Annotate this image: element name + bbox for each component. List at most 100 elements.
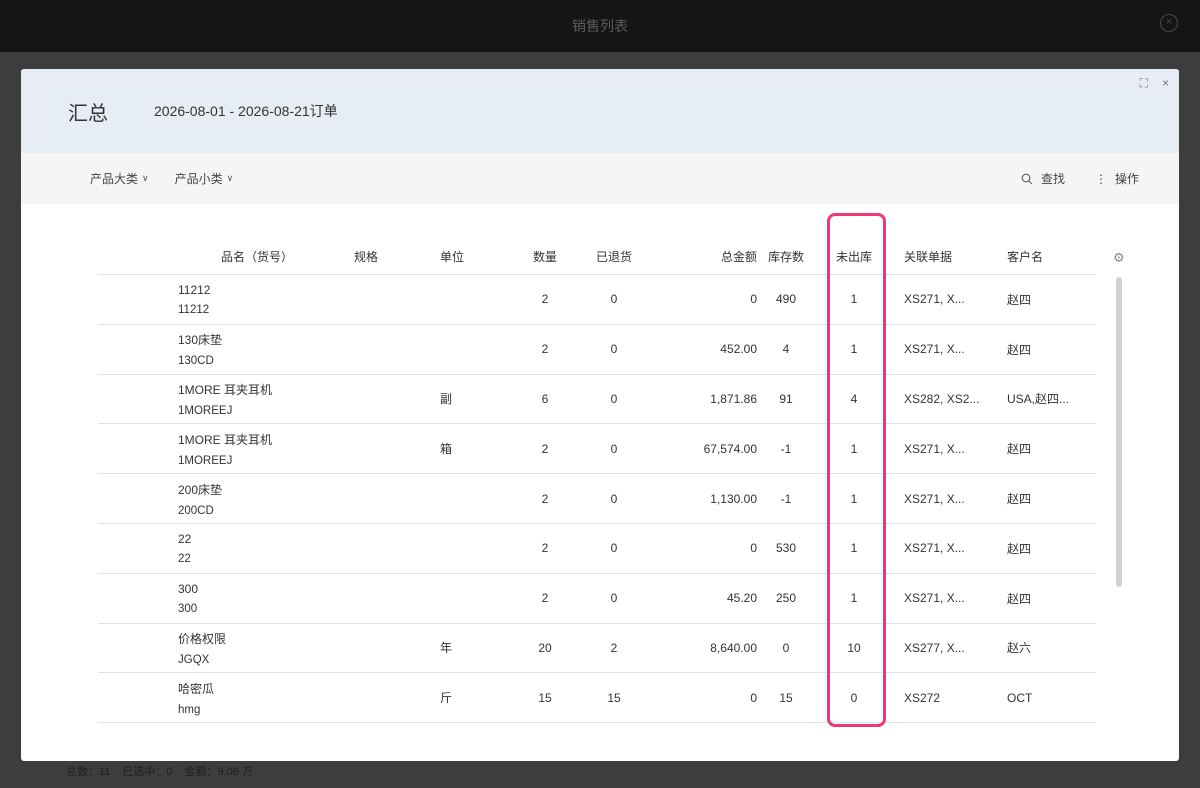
search-button[interactable]: 查找 — [1021, 170, 1065, 187]
product-code: 200CD — [178, 504, 214, 517]
column-header-qty[interactable]: 数量 — [508, 239, 582, 274]
returned-cell: 2 — [610, 640, 618, 655]
table-header-row: 品名（货号） 规格 单位 数量 已退货 总金额 库存数 未出库 关联单据 客户名 — [98, 239, 1096, 275]
qty-cell: 2 — [541, 591, 549, 606]
table-row[interactable]: 1MORE 耳夹耳机 1MOREEJ 箱 2 0 67,574.00 -1 1 … — [98, 424, 1096, 475]
filter-bar: 产品大类 ∨ 产品小类 ∨ 查找 ⋮ 操作 — [21, 153, 1179, 204]
amount-cell: 45.20 — [726, 591, 757, 606]
amount-cell: 0 — [750, 292, 757, 307]
ref-cell[interactable]: XS277, X... — [904, 624, 965, 673]
amount-cell: 0 — [750, 690, 757, 705]
stock-cell: 490 — [775, 292, 797, 307]
toolbar-right: 查找 ⋮ 操作 — [1021, 153, 1139, 204]
column-header-unshipped[interactable]: 未出库 — [833, 239, 875, 274]
product-code: hmg — [178, 703, 201, 716]
subcategory-filter-dropdown[interactable]: 产品小类 ∨ — [175, 170, 234, 187]
customer-cell: 赵四 — [1007, 292, 1032, 307]
column-header-unit[interactable]: 单位 — [440, 239, 464, 274]
unshipped-cell: 10 — [847, 640, 861, 655]
chevron-down-icon: ∨ — [142, 173, 149, 183]
ref-cell[interactable]: XS271, X... — [904, 574, 965, 623]
date-range-label: 2026-08-01 - 2026-08-21订单 — [154, 103, 338, 119]
table-row[interactable]: 11212 11212 2 0 0 490 1 XS271, X... 赵四 — [98, 275, 1096, 325]
modal-header: 汇总 2026-08-01 - 2026-08-21订单 ⛶ × — [21, 69, 1179, 153]
stock-cell: 0 — [782, 640, 790, 655]
footer-selected: 已选中：0 — [122, 766, 173, 778]
table-row[interactable]: 价格权限 JGQX 年 20 2 8,640.00 0 10 XS277, X.… — [98, 624, 1096, 674]
unshipped-cell: 1 — [850, 342, 858, 357]
product-name-cell: 价格权限 JGQX — [178, 624, 328, 673]
modal-title: 汇总 — [68, 102, 108, 125]
vertical-scrollbar[interactable] — [1116, 277, 1122, 587]
actions-menu-button[interactable]: ⋮ 操作 — [1095, 170, 1139, 187]
product-name-cell: 22 22 — [178, 524, 328, 573]
ref-cell[interactable]: XS271, X... — [904, 474, 965, 523]
stock-cell: 91 — [779, 391, 793, 406]
search-icon — [1021, 173, 1033, 185]
qty-cell: 20 — [538, 640, 552, 655]
customer-cell: 赵四 — [1007, 442, 1032, 457]
close-icon[interactable]: × — [1162, 76, 1169, 91]
customer-cell: 赵四 — [1007, 541, 1032, 556]
amount-cell: 0 — [750, 541, 757, 556]
table-row[interactable]: 130床垫 130CD 2 0 452.00 4 1 XS271, X... 赵… — [98, 325, 1096, 375]
column-header-spec[interactable]: 规格 — [354, 239, 378, 274]
column-header-stock[interactable]: 库存数 — [765, 239, 807, 274]
returned-cell: 0 — [610, 391, 618, 406]
column-header-returned[interactable]: 已退货 — [577, 239, 651, 274]
qty-cell: 2 — [541, 491, 549, 506]
product-code: 22 — [178, 552, 191, 565]
amount-cell: 8,640.00 — [710, 640, 757, 655]
returned-cell: 0 — [610, 441, 618, 456]
stock-cell: 4 — [782, 342, 790, 357]
column-settings-icon[interactable]: ⚙ — [1113, 250, 1127, 265]
product-name: 300 — [178, 581, 199, 596]
product-code: 1MOREEJ — [178, 454, 233, 467]
unshipped-cell: 0 — [850, 690, 858, 705]
ref-cell[interactable]: XS271, X... — [904, 424, 965, 473]
customer-cell: 赵六 — [1007, 641, 1032, 656]
table-row[interactable]: 22 22 2 0 0 530 1 XS271, X... 赵四 — [98, 524, 1096, 574]
customer-cell: 赵四 — [1007, 342, 1032, 357]
ref-cell[interactable]: XS282, XS2... — [904, 375, 979, 424]
returned-cell: 0 — [610, 491, 618, 506]
table-row[interactable]: 300 300 2 0 45.20 250 1 XS271, X... 赵四 — [98, 574, 1096, 624]
customer-cell: 赵四 — [1007, 591, 1032, 606]
window-close-icon[interactable]: × — [1160, 14, 1178, 32]
subcategory-filter-label: 产品小类 — [174, 172, 223, 186]
ref-cell[interactable]: XS272 — [904, 673, 940, 722]
chevron-down-icon: ∨ — [226, 173, 234, 183]
column-header-name[interactable]: 品名（货号） — [182, 239, 332, 274]
stock-cell: 530 — [775, 541, 797, 556]
product-code: 1MOREEJ — [178, 404, 233, 417]
column-header-amount[interactable]: 总金额 — [658, 239, 757, 274]
product-name-cell: 300 300 — [178, 574, 328, 623]
summary-modal: 汇总 2026-08-01 - 2026-08-21订单 ⛶ × 产品大类 ∨ … — [21, 69, 1179, 761]
product-name-cell: 1MORE 耳夹耳机 1MOREEJ — [178, 375, 328, 424]
column-header-customer[interactable]: 客户名 — [1007, 239, 1043, 274]
qty-cell: 6 — [541, 391, 549, 406]
ref-cell[interactable]: XS271, X... — [904, 524, 965, 573]
fullscreen-icon[interactable]: ⛶ — [1140, 76, 1148, 91]
modal-controls: ⛶ × — [1140, 76, 1169, 91]
unshipped-cell: 1 — [850, 541, 858, 556]
product-name: 200床垫 — [178, 482, 223, 497]
more-vertical-icon: ⋮ — [1094, 171, 1107, 186]
returned-cell: 0 — [610, 591, 618, 606]
category-filter-label: 产品大类 — [90, 172, 139, 186]
ref-cell[interactable]: XS271, X... — [904, 275, 965, 324]
product-code: 300 — [178, 602, 198, 615]
column-header-ref[interactable]: 关联单据 — [904, 239, 952, 274]
stock-cell: -1 — [780, 441, 792, 456]
qty-cell: 15 — [538, 690, 552, 705]
product-name: 22 — [178, 531, 192, 546]
table-row[interactable]: 哈密瓜 hmg 斤 15 15 0 15 0 XS272 OCT — [98, 673, 1096, 724]
footer-amount: 金额：9.06 万 — [184, 766, 254, 778]
category-filter-dropdown[interactable]: 产品大类 ∨ — [90, 170, 149, 187]
app-topbar: 销售列表 × — [0, 0, 1200, 52]
table-row[interactable]: 1MORE 耳夹耳机 1MOREEJ 副 6 0 1,871.86 91 4 X… — [98, 375, 1096, 425]
unshipped-cell: 1 — [850, 591, 858, 606]
table-row[interactable]: 200床垫 200CD 2 0 1,130.00 -1 1 XS271, X..… — [98, 474, 1096, 524]
customer-cell: USA,赵四... — [1007, 392, 1070, 407]
ref-cell[interactable]: XS271, X... — [904, 325, 965, 374]
